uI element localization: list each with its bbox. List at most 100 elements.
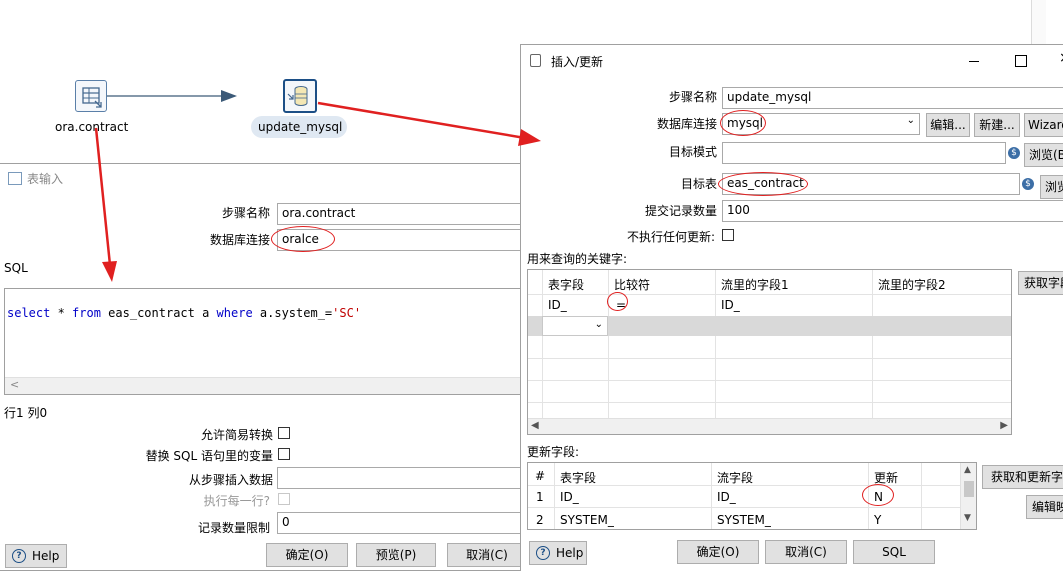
- no-update-checkbox[interactable]: [722, 229, 734, 241]
- update-section-label: 更新字段:: [527, 445, 580, 459]
- variable-info-icon: $: [1008, 147, 1020, 159]
- insert-update-dialog: 插入/更新 × 步骤名称 update_mysql 数据库连接 mysql ⌄ …: [520, 44, 1063, 571]
- annotation-circle: [271, 226, 335, 252]
- insert-from-step-label: 从步骤插入数据: [188, 473, 273, 487]
- insert-from-step-select[interactable]: [277, 467, 539, 489]
- scroll-right-icon[interactable]: ▶: [1000, 420, 1008, 431]
- row-limit-label: 记录数量限制: [197, 521, 270, 535]
- table-row[interactable]: ID_ = ID_: [528, 294, 1011, 316]
- chevron-down-icon[interactable]: ⌄: [907, 115, 915, 126]
- annotation-circle: [607, 292, 628, 311]
- column-header: 表字段: [560, 471, 597, 485]
- update-flag: Y: [874, 513, 882, 527]
- row-number: 1: [536, 490, 544, 504]
- sql-label: SQL: [4, 261, 28, 275]
- insert-update-step-icon[interactable]: [283, 79, 317, 113]
- row-number: 2: [536, 513, 544, 527]
- sql-keyword: where: [216, 306, 253, 320]
- wizard-button[interactable]: Wizard: [1024, 113, 1063, 137]
- ok-button[interactable]: 确定(O): [266, 543, 348, 567]
- help-icon: ?: [536, 546, 550, 560]
- chevron-down-icon[interactable]: ⌄: [595, 319, 603, 330]
- step-label-ora-contract: ora.contract: [55, 120, 129, 134]
- cancel-button[interactable]: 取消(C): [765, 540, 847, 564]
- edit-connection-button[interactable]: 编辑...: [926, 113, 970, 137]
- dialog-title: 表输入: [27, 172, 64, 186]
- target-schema-input[interactable]: [722, 142, 1006, 164]
- column-header: 比较符: [614, 278, 651, 292]
- variable-info-icon: $: [1022, 178, 1034, 190]
- help-button[interactable]: ? Help: [5, 544, 67, 568]
- browse-schema-button[interactable]: 浏览(B): [1024, 143, 1063, 167]
- help-button[interactable]: ? Help: [529, 541, 587, 565]
- commit-size-label: 提交记录数量: [644, 204, 717, 218]
- step-name-input[interactable]: update_mysql: [722, 87, 1063, 109]
- browse-table-button[interactable]: 浏览: [1040, 175, 1063, 199]
- cancel-button[interactable]: 取消(C): [447, 543, 527, 567]
- sql-text: select * from eas_contract a where a.sys…: [7, 306, 362, 320]
- key-table-scrollbar[interactable]: ◀ ▶: [528, 418, 1011, 434]
- scroll-down-icon[interactable]: ▼: [964, 513, 971, 523]
- key-lookup-table: 表字段 比较符 流里的字段1 流里的字段2 ID_ = ID_ ⌄ ◀ ▶: [527, 269, 1012, 435]
- scroll-thumb[interactable]: [964, 481, 974, 497]
- update-stream-field: ID_: [717, 490, 736, 504]
- annotation-circle: [718, 172, 808, 196]
- scroll-up-icon[interactable]: ▲: [964, 465, 971, 475]
- key-table-field: ID_: [548, 298, 567, 312]
- target-schema-label: 目标模式: [668, 145, 717, 159]
- hop-arrow[interactable]: [107, 88, 285, 104]
- step-name-label: 步骤名称: [221, 206, 270, 220]
- lazy-conversion-label: 允许简易转换: [200, 428, 273, 442]
- execute-each-row-label: 执行每一行?: [203, 494, 270, 508]
- ok-button[interactable]: 确定(O): [677, 540, 759, 564]
- table-row[interactable]: 2 SYSTEM_ SYSTEM_ Y: [528, 508, 960, 529]
- insert-update-icon: [530, 54, 541, 67]
- table-row[interactable]: 1 ID_ ID_ N: [528, 485, 960, 508]
- key-section-label: 用来查询的关键字:: [527, 252, 628, 266]
- db-connection-label: 数据库连接: [656, 117, 717, 131]
- update-fields-table: # 表字段 流字段 更新 1 ID_ ID_ N 2 SYSTEM_ SYSTE…: [527, 462, 977, 530]
- edit-mapping-button[interactable]: 编辑映射: [1026, 495, 1063, 519]
- update-table-scrollbar[interactable]: ▲ ▼: [960, 463, 976, 529]
- execute-each-row-checkbox: [278, 493, 290, 505]
- step-name-input[interactable]: ora.contract: [277, 203, 539, 225]
- sql-string: 'SC': [332, 306, 362, 320]
- table-input-icon: [8, 172, 22, 185]
- table-input-step-icon[interactable]: [75, 80, 107, 112]
- sql-button[interactable]: SQL: [853, 540, 935, 564]
- scroll-left-icon[interactable]: ◀: [531, 420, 539, 431]
- dialog-titlebar[interactable]: 表输入: [0, 164, 538, 192]
- step-name-label: 步骤名称: [668, 90, 717, 104]
- minimize-icon[interactable]: [969, 61, 979, 62]
- commit-size-input[interactable]: 100: [722, 200, 1063, 222]
- sql-horizontal-scrollbar[interactable]: <: [5, 377, 537, 394]
- new-connection-button[interactable]: 新建...: [974, 113, 1020, 137]
- column-header: #: [535, 469, 546, 483]
- lazy-conversion-checkbox[interactable]: [278, 427, 290, 439]
- row-limit-input[interactable]: 0: [277, 512, 539, 534]
- table-row-editing[interactable]: ⌄: [528, 316, 1011, 336]
- sql-editor[interactable]: select * from eas_contract a where a.sys…: [4, 288, 538, 395]
- replace-variables-checkbox[interactable]: [278, 448, 290, 460]
- annotation-circle: [720, 110, 766, 136]
- close-icon[interactable]: ×: [1059, 50, 1063, 66]
- get-update-fields-button[interactable]: 获取和更新字段: [982, 465, 1063, 489]
- step-label-update-mysql: update_mysql: [258, 120, 343, 134]
- db-connection-label: 数据库连接: [209, 233, 270, 247]
- dialog-titlebar[interactable]: 插入/更新 ×: [521, 45, 1063, 75]
- scroll-left-icon[interactable]: <: [10, 378, 19, 391]
- update-stream-field: SYSTEM_: [717, 513, 771, 527]
- get-fields-button[interactable]: 获取字段: [1018, 271, 1063, 295]
- maximize-icon[interactable]: [1015, 55, 1027, 67]
- help-label: Help: [32, 549, 60, 563]
- dialog-title: 插入/更新: [551, 55, 604, 69]
- no-update-label: 不执行任何更新:: [626, 230, 715, 244]
- preview-button[interactable]: 预览(P): [356, 543, 436, 567]
- column-header: 表字段: [548, 278, 585, 292]
- help-label: Help: [556, 546, 584, 560]
- table-header: 表字段 比较符 流里的字段1 流里的字段2: [528, 270, 1011, 295]
- target-table-label: 目标表: [680, 177, 717, 191]
- column-header: 流字段: [717, 471, 754, 485]
- cell-dropdown[interactable]: ⌄: [542, 316, 608, 336]
- canvas-scrollbar[interactable]: [1031, 0, 1046, 44]
